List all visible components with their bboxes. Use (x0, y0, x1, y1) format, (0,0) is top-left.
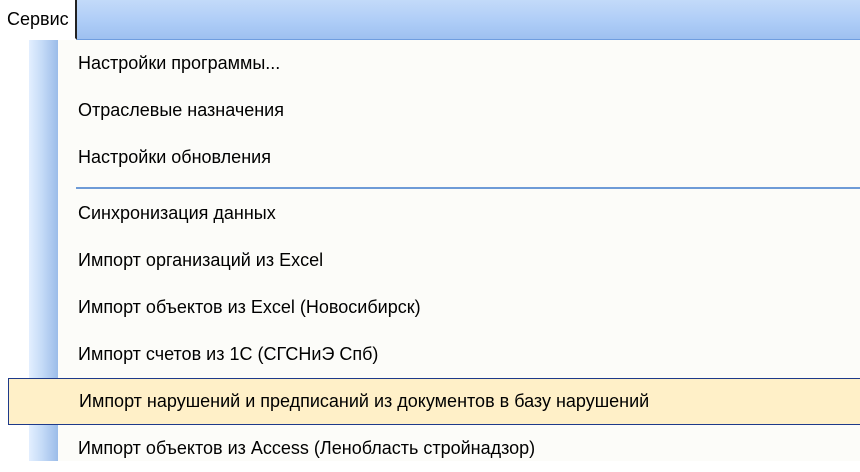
menu-item-data-sync[interactable]: Синхронизация данных (58, 190, 860, 237)
menu-item-program-settings[interactable]: Настройки программы... (58, 40, 860, 87)
service-dropdown-menu: Настройки программы... Отраслевые назнач… (0, 40, 860, 461)
menu-item-import-objects-excel[interactable]: Импорт объектов из Excel (Новосибирск) (58, 284, 860, 331)
menu-service[interactable]: Сервис (0, 0, 77, 40)
menu-item-import-invoices-1c[interactable]: Импорт счетов из 1С (СГСНиЭ Спб) (58, 331, 860, 378)
menu-item-import-organizations-excel[interactable]: Импорт организаций из Excel (58, 237, 860, 284)
menu-item-industry-assignments[interactable]: Отраслевые назначения (58, 87, 860, 134)
menu-bar: Сервис (0, 0, 860, 40)
menu-item-update-settings[interactable]: Настройки обновления (58, 134, 860, 181)
menu-item-import-objects-access[interactable]: Импорт объектов из Access (Ленобласть ст… (58, 425, 860, 472)
menu-item-import-violations[interactable]: Импорт нарушений и предписаний из докуме… (8, 378, 860, 425)
menu-separator (76, 187, 860, 189)
